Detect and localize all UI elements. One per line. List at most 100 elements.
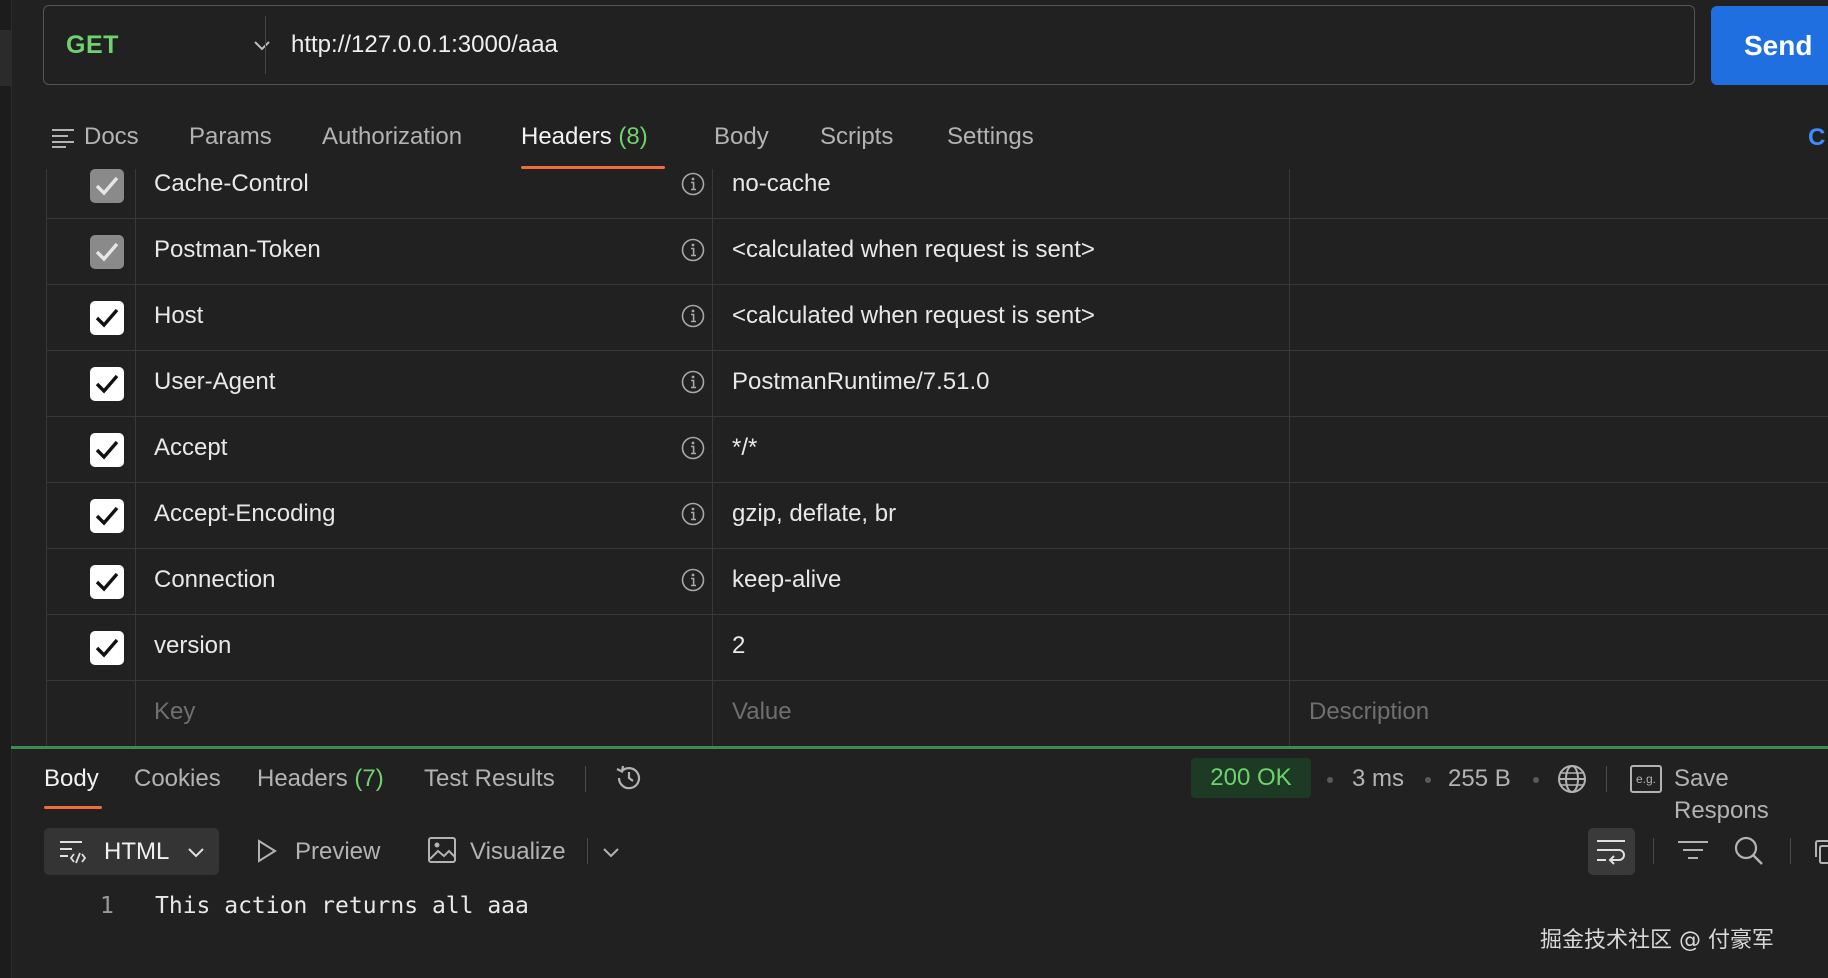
format-label: HTML <box>104 838 170 865</box>
format-selector[interactable]: HTML <box>44 828 219 875</box>
chevron-down-icon <box>188 848 204 858</box>
header-key[interactable]: Cache-Control <box>154 170 309 198</box>
header-value[interactable]: <calculated when request is sent> <box>732 302 1095 330</box>
table-row: Cache-Control no-cache <box>46 169 1828 219</box>
copy-icon[interactable] <box>1814 837 1828 867</box>
left-sidebar-strip <box>0 0 12 978</box>
info-icon[interactable] <box>681 568 705 592</box>
header-description[interactable] <box>1290 169 1828 217</box>
header-value[interactable]: */* <box>732 434 757 462</box>
info-icon[interactable] <box>681 304 705 328</box>
globe-icon[interactable] <box>1556 763 1588 795</box>
tab-body[interactable]: Body <box>714 121 769 153</box>
docs-icon[interactable] <box>52 128 76 148</box>
new-description-input[interactable]: Description <box>1309 698 1429 726</box>
header-enabled-checkbox[interactable] <box>90 433 124 467</box>
info-icon[interactable] <box>681 238 705 262</box>
history-icon[interactable] <box>613 762 645 794</box>
send-button[interactable]: Send <box>1711 6 1828 85</box>
tab-settings[interactable]: Settings <box>947 121 1034 153</box>
header-key[interactable]: Host <box>154 302 203 330</box>
tab-docs[interactable]: Docs <box>84 121 139 153</box>
response-tab-body[interactable]: Body <box>44 763 99 795</box>
new-key-input[interactable]: Key <box>154 698 195 726</box>
header-key[interactable]: Accept-Encoding <box>154 500 335 528</box>
search-icon[interactable] <box>1734 836 1764 866</box>
divider <box>1653 838 1654 864</box>
info-icon[interactable] <box>681 502 705 526</box>
url-input[interactable]: http://127.0.0.1:3000/aaa <box>291 6 558 84</box>
header-value[interactable]: PostmanRuntime/7.51.0 <box>732 368 989 396</box>
response-tab-headers-label: Headers <box>257 765 348 792</box>
chevron-down-icon[interactable] <box>252 35 272 55</box>
table-row: Accept-Encoding gzip, deflate, br <box>46 483 1828 549</box>
table-row: Postman-Token <calculated when request is… <box>46 219 1828 285</box>
response-size[interactable]: 255 B <box>1448 763 1511 795</box>
wrap-icon <box>1597 840 1625 865</box>
wrap-lines-button[interactable] <box>1588 828 1635 875</box>
header-value[interactable]: keep-alive <box>732 566 841 594</box>
header-enabled-checkbox[interactable] <box>90 499 124 533</box>
play-icon[interactable] <box>255 838 279 864</box>
header-value[interactable]: no-cache <box>732 170 831 198</box>
divider <box>1790 838 1791 864</box>
sidebar-handle[interactable] <box>0 30 11 86</box>
response-tab-test-results[interactable]: Test Results <box>424 763 555 795</box>
header-key[interactable]: Postman-Token <box>154 236 321 264</box>
chevron-down-icon[interactable] <box>602 843 620 861</box>
cookies-link[interactable]: C <box>1808 124 1825 152</box>
divider <box>585 766 586 792</box>
header-description[interactable] <box>1290 417 1828 481</box>
header-description[interactable] <box>1290 483 1828 547</box>
header-description[interactable] <box>1290 285 1828 349</box>
save-response-button[interactable]: Save Respons <box>1674 763 1828 827</box>
response-tab-headers[interactable]: Headers (7) <box>257 763 384 795</box>
request-url-bar: GET http://127.0.0.1:3000/aaa <box>43 5 1695 85</box>
table-row: Host <calculated when request is sent> <box>46 285 1828 351</box>
tab-headers[interactable]: Headers (8) <box>521 121 648 153</box>
method-selector[interactable]: GET <box>66 6 119 84</box>
header-enabled-checkbox[interactable] <box>90 631 124 665</box>
separator-dot <box>1327 777 1333 783</box>
header-value[interactable]: <calculated when request is sent> <box>732 236 1095 264</box>
header-description[interactable] <box>1290 219 1828 283</box>
header-description[interactable] <box>1290 351 1828 415</box>
header-key[interactable]: User-Agent <box>154 368 275 396</box>
separator-dot <box>1425 777 1431 783</box>
header-enabled-checkbox[interactable] <box>90 367 124 401</box>
new-header-row: Key Value Description <box>46 681 1828 747</box>
preview-button[interactable]: Preview <box>295 836 380 868</box>
response-time[interactable]: 3 ms <box>1352 763 1404 795</box>
divider <box>1606 766 1607 792</box>
save-response-icon[interactable]: e.g. <box>1630 765 1662 793</box>
table-row: version 2 <box>46 615 1828 681</box>
active-tab-indicator <box>521 166 665 169</box>
visualize-button[interactable]: Visualize <box>470 836 566 868</box>
info-icon[interactable] <box>681 370 705 394</box>
info-icon[interactable] <box>681 172 705 196</box>
header-enabled-checkbox[interactable] <box>90 235 124 269</box>
header-enabled-checkbox[interactable] <box>90 565 124 599</box>
header-enabled-checkbox[interactable] <box>90 169 124 203</box>
header-value[interactable]: gzip, deflate, br <box>732 500 896 528</box>
header-key[interactable]: version <box>154 632 231 660</box>
new-value-input[interactable]: Value <box>732 698 792 726</box>
active-tab-indicator <box>44 806 102 809</box>
divider <box>587 838 588 864</box>
header-description[interactable] <box>1290 549 1828 613</box>
header-key[interactable]: Connection <box>154 566 275 594</box>
tab-scripts[interactable]: Scripts <box>820 121 893 153</box>
image-icon[interactable] <box>427 836 457 864</box>
filter-icon[interactable] <box>1678 837 1708 865</box>
tab-params[interactable]: Params <box>189 121 272 153</box>
info-icon[interactable] <box>681 436 705 460</box>
tab-authorization[interactable]: Authorization <box>322 121 462 153</box>
header-enabled-checkbox[interactable] <box>90 301 124 335</box>
header-key[interactable]: Accept <box>154 434 227 462</box>
header-value[interactable]: 2 <box>732 632 745 660</box>
response-tab-cookies[interactable]: Cookies <box>134 763 221 795</box>
response-body-text[interactable]: This action returns all aaa <box>155 893 529 919</box>
header-description[interactable] <box>1290 615 1828 679</box>
status-badge[interactable]: 200 OK <box>1191 758 1311 798</box>
response-divider[interactable] <box>11 746 1828 749</box>
